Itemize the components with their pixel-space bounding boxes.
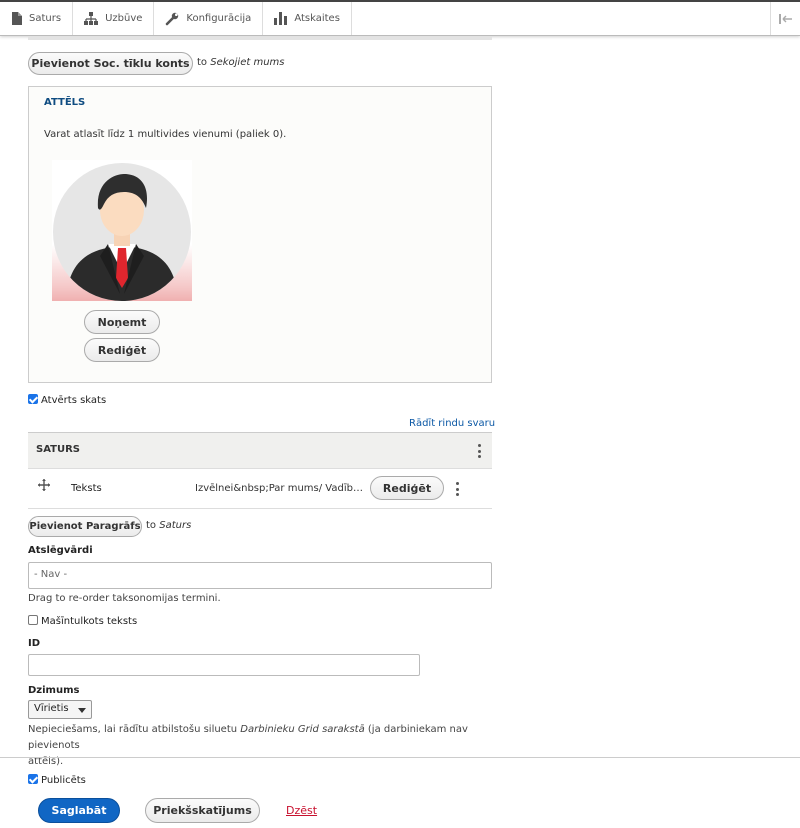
paragraphs-table-header: SATURS xyxy=(28,432,492,469)
row-type: Teksts xyxy=(71,483,102,494)
delete-link[interactable]: Dzēst xyxy=(286,804,317,817)
open-view-checkbox[interactable] xyxy=(28,394,38,404)
add-paragraph-target-text: to Saturs xyxy=(146,520,191,531)
edit-media-button[interactable]: Rediģēt xyxy=(84,338,160,362)
row-summary: Izvēlnei&nbsp;Par mums/ Vadīb… xyxy=(195,483,363,494)
gender-help-prefix: Nepieciešams, lai rādītu atbilstošu silu… xyxy=(28,724,241,735)
file-icon xyxy=(12,12,22,25)
bar-chart-icon xyxy=(274,12,288,25)
image-fieldset: ATTĒLS Varat atlasīt līdz 1 multivides v… xyxy=(28,86,492,383)
toolbar-item-label: Konfigurācija xyxy=(186,13,252,24)
toolbar-item-configuration[interactable]: Konfigurācija xyxy=(154,2,264,35)
published-label: Publicēts xyxy=(41,775,86,786)
toolbar-item-content[interactable]: Saturs xyxy=(0,2,74,35)
toolbar-item-structure[interactable]: Uzbūve xyxy=(73,2,155,35)
paragraphs-header-title: SATURS xyxy=(36,444,81,455)
to-prefix: to xyxy=(197,57,208,68)
machine-translated-checkbox[interactable] xyxy=(28,615,38,625)
to-prefix: to xyxy=(146,520,157,531)
id-label: ID xyxy=(28,638,41,649)
toolbar-item-label: Uzbūve xyxy=(105,13,143,24)
form-actions-divider xyxy=(0,757,800,758)
add-paragraph-button[interactable]: Pievienot Paragrāfs xyxy=(28,516,142,537)
machine-translated-label: Mašīntulkots teksts xyxy=(41,616,138,627)
remove-media-button[interactable]: Noņemt xyxy=(84,310,160,334)
gender-help: Nepieciešams, lai rādītu atbilstošu silu… xyxy=(28,722,498,770)
id-input[interactable] xyxy=(28,654,420,676)
keywords-label: Atslēgvārdi xyxy=(28,545,93,556)
gender-help-italic: Darbinieku Grid sarakstā xyxy=(240,724,365,735)
toolbar-item-label: Atskaites xyxy=(294,13,340,24)
admin-toolbar: Saturs Uzbūve Konfigurācija Atskaites xyxy=(0,0,800,36)
media-limit-description: Varat atlasīt līdz 1 multivides vienumi … xyxy=(44,129,287,140)
open-view-label: Atvērts skats xyxy=(41,395,107,406)
gender-selected-value: Vīrietis xyxy=(34,703,69,714)
row-kebab-menu-icon[interactable] xyxy=(456,482,460,496)
gender-label: Dzimums xyxy=(28,685,80,696)
gender-select[interactable]: Vīrietis xyxy=(28,700,92,719)
toolbar-orientation-toggle[interactable] xyxy=(770,2,800,35)
sitemap-icon xyxy=(84,12,99,25)
keywords-help: Drag to re-order taksonomijas termini. xyxy=(28,593,221,604)
save-button[interactable]: Saglabāt xyxy=(38,798,120,823)
published-checkbox[interactable] xyxy=(28,774,38,784)
wrench-icon xyxy=(166,12,179,25)
header-kebab-menu-icon[interactable] xyxy=(478,444,482,458)
collapse-arrow-icon xyxy=(778,13,792,24)
toolbar-item-label: Saturs xyxy=(29,13,62,24)
preview-button[interactable]: Priekšskatījums xyxy=(145,798,260,823)
edit-paragraph-button[interactable]: Rediģēt xyxy=(370,476,444,500)
chevron-down-icon xyxy=(78,708,86,713)
drag-handle-icon[interactable] xyxy=(38,479,50,491)
avatar-thumbnail xyxy=(52,160,192,301)
toolbar-item-reports[interactable]: Atskaites xyxy=(263,2,352,35)
show-row-weights-link[interactable]: Rādīt rindu svaru xyxy=(409,418,495,429)
avatar-person-icon xyxy=(53,163,191,301)
add-target-text: to Sekojiet mums xyxy=(197,57,284,68)
to-target: Saturs xyxy=(159,520,192,531)
section-divider xyxy=(28,36,492,40)
table-row: Teksts Izvēlnei&nbsp;Par mums/ Vadīb… Re… xyxy=(28,469,492,509)
keywords-input[interactable]: - Nav - xyxy=(28,562,492,589)
image-legend: ATTĒLS xyxy=(44,97,86,108)
to-target: Sekojiet mums xyxy=(210,57,285,68)
add-social-account-button[interactable]: Pievienot Soc. tīklu konts xyxy=(28,52,193,75)
